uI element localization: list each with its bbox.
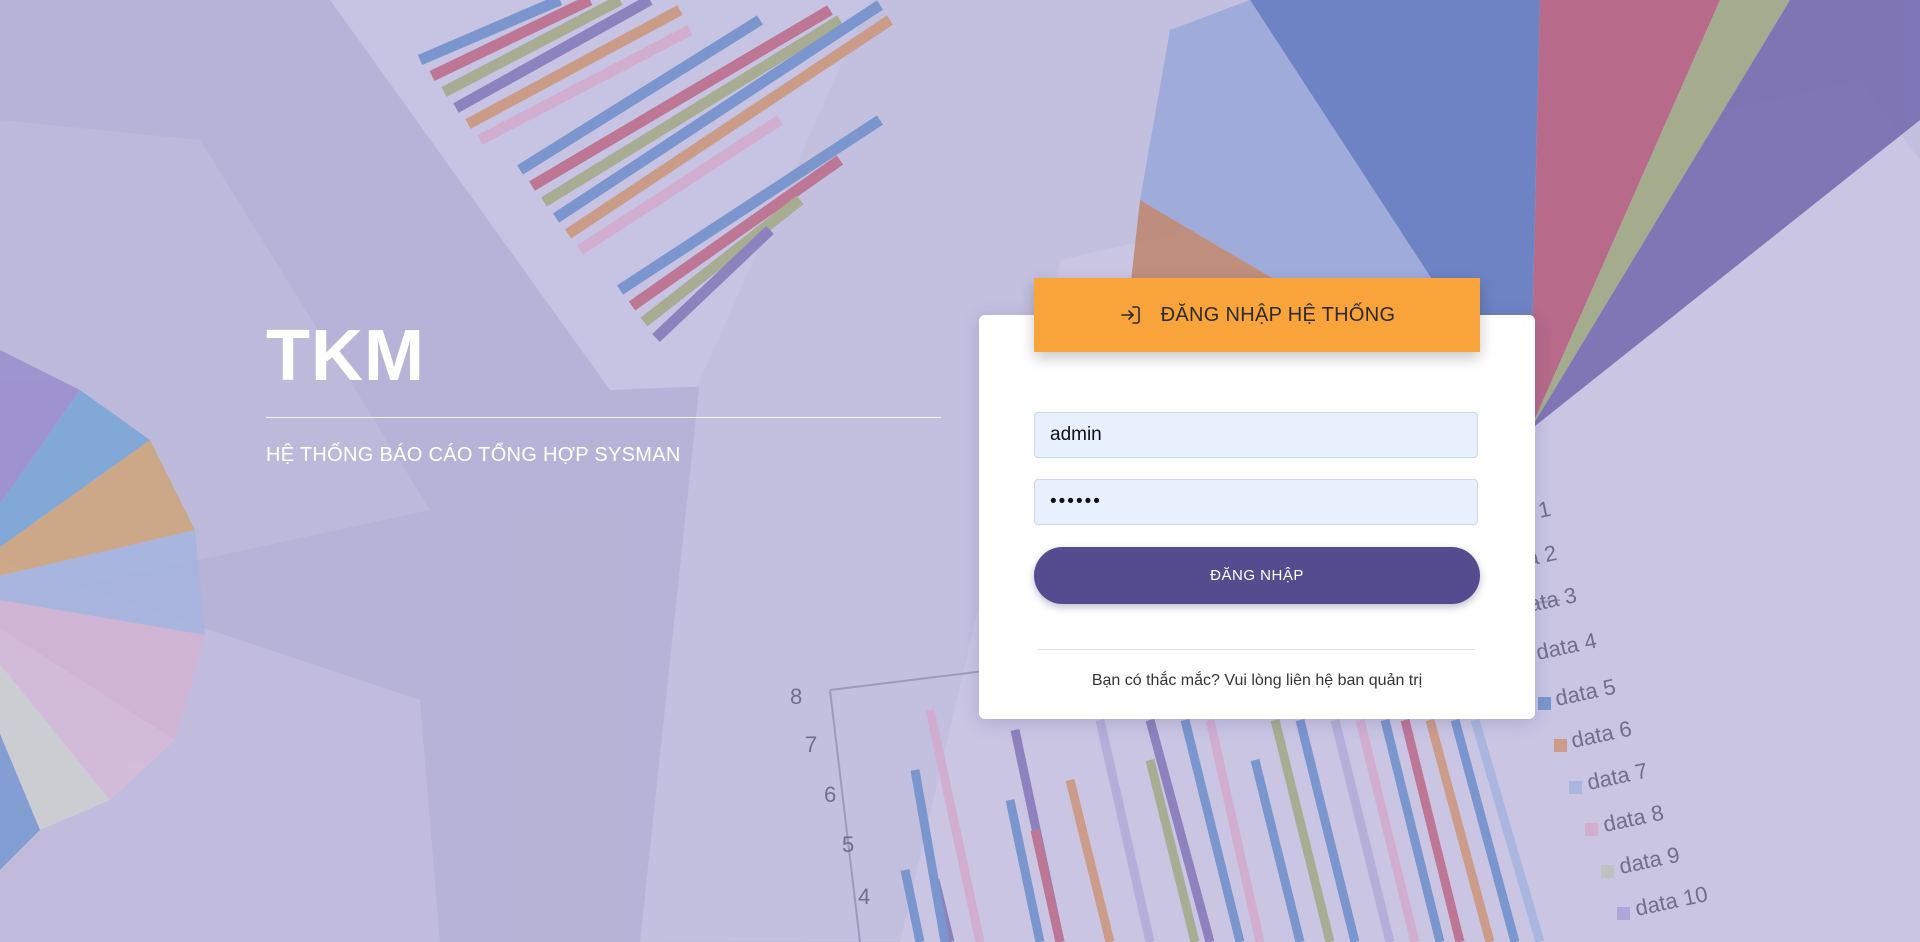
login-button[interactable]: ĐĂNG NHẬP xyxy=(1034,547,1480,604)
password-input[interactable] xyxy=(1034,479,1478,525)
help-text: Bạn có thắc mắc? Vui lòng liên hệ ban qu… xyxy=(1091,672,1423,689)
login-icon xyxy=(1120,306,1140,324)
brand-subtitle: HỆ THỐNG BÁO CÁO TỔNG HỢP SYSMAN xyxy=(266,444,681,466)
card-divider xyxy=(1038,649,1475,650)
brand-divider xyxy=(266,417,941,418)
login-card-title: ĐĂNG NHẬP HỆ THỐNG xyxy=(1160,303,1396,326)
background-overlay xyxy=(0,0,1920,942)
brand-block: TKM HỆ THỐNG BÁO CÁO TỔNG HỢP SYSMAN xyxy=(266,315,941,467)
login-page: 8 7 6 5 4 1 a 2 ata 3 data 4 data 5 data… xyxy=(0,0,1920,942)
login-card-header: ĐĂNG NHẬP HỆ THỐNG xyxy=(1034,278,1480,352)
brand-title: TKM xyxy=(266,316,425,396)
username-input[interactable] xyxy=(1034,412,1478,458)
